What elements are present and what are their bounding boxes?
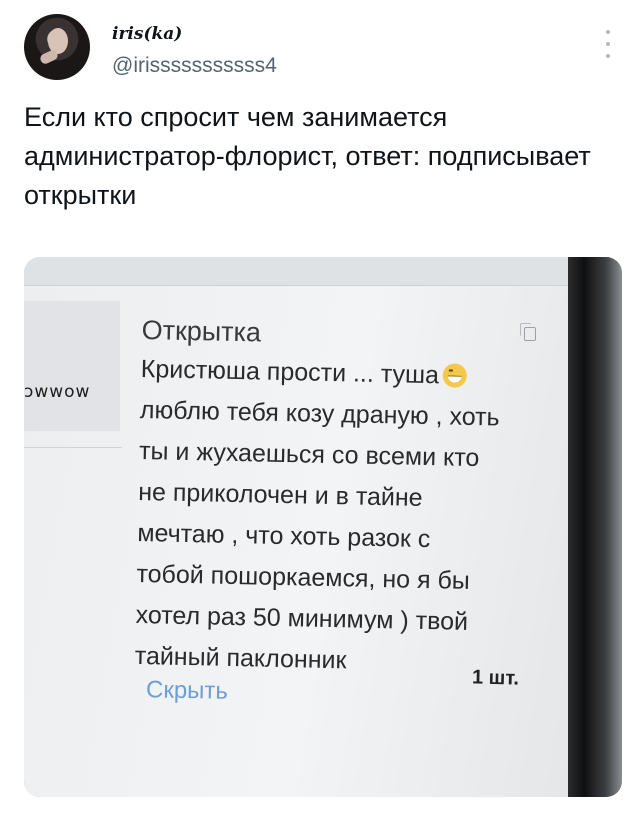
- phone-screen: ɔwwow Открытка Кристюша прости ... туша …: [24, 257, 572, 797]
- tweet-header: iris(ka) @irisssssssssss4: [24, 14, 624, 84]
- screen-topbar: [24, 257, 572, 286]
- avatar[interactable]: [24, 14, 90, 80]
- divider: [24, 447, 122, 448]
- tweet-text: Если кто спросит чем занимается админист…: [24, 102, 591, 210]
- user-handle[interactable]: @irisssssssssss4: [112, 54, 277, 78]
- more-options-icon[interactable]: [602, 30, 614, 58]
- display-name[interactable]: iris(ka): [112, 24, 182, 44]
- avatar-hand: [38, 48, 60, 66]
- quantity-label: 1 шт.: [471, 666, 520, 690]
- hide-link[interactable]: Скрыть: [146, 676, 228, 705]
- partial-left-text: ɔwwow: [24, 382, 91, 402]
- phone-edge: [568, 257, 622, 797]
- product-thumbnail: [24, 301, 120, 431]
- grinning-face-icon: [442, 363, 468, 388]
- tweet-photo[interactable]: ɔwwow Открытка Кристюша прости ... туша …: [24, 257, 622, 797]
- postcard-block: Открытка Кристюша прости ... туша люблю …: [134, 313, 562, 686]
